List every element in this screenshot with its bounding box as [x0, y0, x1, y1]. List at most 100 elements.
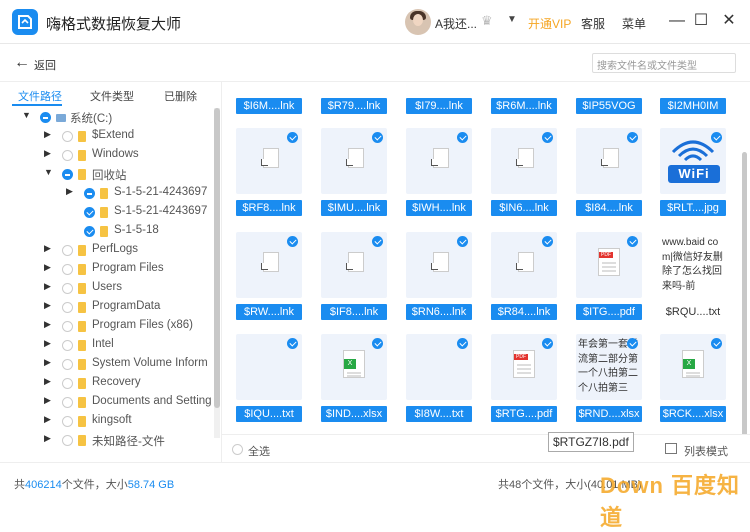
tree-item[interactable]: ▶ kingsoft: [0, 412, 214, 431]
file-thumbnail[interactable]: PDF: [491, 334, 557, 400]
selected-check-icon[interactable]: [711, 338, 722, 349]
file-thumbnail[interactable]: [406, 232, 472, 298]
expand-right-icon[interactable]: ▶: [44, 129, 54, 140]
expand-right-icon[interactable]: ▶: [44, 338, 54, 349]
service-button[interactable]: 客服: [581, 15, 605, 32]
tree-checkbox[interactable]: [62, 435, 73, 446]
tree-checkbox[interactable]: [84, 207, 95, 218]
vip-button[interactable]: 开通VIP: [528, 15, 571, 32]
selected-check-icon[interactable]: [372, 338, 383, 349]
tree-checkbox[interactable]: [62, 283, 73, 294]
file-name-label[interactable]: $I8W....txt: [406, 406, 472, 422]
tree-item[interactable]: ▼ 回收站: [0, 165, 214, 184]
expand-right-icon[interactable]: ▶: [44, 319, 54, 330]
file-thumbnail[interactable]: [406, 128, 472, 194]
file-name-label[interactable]: $RND....xlsx: [576, 406, 642, 422]
tree-item[interactable]: ▶ PerfLogs: [0, 241, 214, 260]
file-thumbnail[interactable]: www.baid com|微信好友删除了怎么找回来吗-前: [660, 232, 726, 298]
grid-scrollbar[interactable]: [742, 82, 748, 452]
tree-checkbox[interactable]: [62, 245, 73, 256]
maximize-icon[interactable]: ☐: [690, 10, 712, 32]
menu-button[interactable]: 菜单: [622, 15, 646, 32]
file-name-label[interactable]: $IND....xlsx: [321, 406, 387, 422]
expand-right-icon[interactable]: ▶: [44, 433, 54, 444]
expand-right-icon[interactable]: ▶: [44, 148, 54, 159]
expand-right-icon[interactable]: ▶: [44, 281, 54, 292]
selected-check-icon[interactable]: [627, 338, 638, 349]
tree-checkbox[interactable]: [62, 340, 73, 351]
tree-checkbox[interactable]: [62, 359, 73, 370]
file-name-label[interactable]: $I84....lnk: [576, 200, 642, 216]
selected-check-icon[interactable]: [287, 338, 298, 349]
file-name-label[interactable]: $RN6....lnk: [406, 304, 472, 320]
selected-check-icon[interactable]: [372, 236, 383, 247]
tree-checkbox[interactable]: [62, 321, 73, 332]
file-name-label[interactable]: $IP55VOG: [576, 98, 642, 114]
file-name-label[interactable]: $I6M....lnk: [236, 98, 302, 114]
expand-down-icon[interactable]: ▼: [22, 110, 32, 120]
selected-check-icon[interactable]: [457, 338, 468, 349]
file-name-label[interactable]: $IMU....lnk: [321, 200, 387, 216]
file-name-label[interactable]: $R6M....lnk: [491, 98, 557, 114]
tree-item[interactable]: ▶ Intel: [0, 336, 214, 355]
tree-checkbox[interactable]: [62, 416, 73, 427]
tree-checkbox[interactable]: [62, 169, 73, 180]
expand-down-icon[interactable]: ▼: [44, 167, 54, 177]
tree-item[interactable]: ▼ 系统(C:): [0, 108, 214, 127]
expand-right-icon[interactable]: ▶: [44, 243, 54, 254]
file-thumbnail[interactable]: [236, 334, 302, 400]
file-thumbnail[interactable]: X: [660, 334, 726, 400]
avatar[interactable]: [405, 9, 431, 35]
tree-checkbox[interactable]: [40, 112, 51, 123]
tree-item[interactable]: ▶ $Extend: [0, 127, 214, 146]
file-thumbnail[interactable]: [321, 128, 387, 194]
tree-checkbox[interactable]: [84, 188, 95, 199]
tree-item[interactable]: ▶ System Volume Inform: [0, 355, 214, 374]
selected-check-icon[interactable]: [372, 132, 383, 143]
selected-check-icon[interactable]: [542, 236, 553, 247]
tree-item[interactable]: ▶ Program Files: [0, 260, 214, 279]
tree-checkbox[interactable]: [62, 378, 73, 389]
tree-item[interactable]: ▶ Program Files (x86): [0, 317, 214, 336]
selected-check-icon[interactable]: [711, 132, 722, 143]
selected-check-icon[interactable]: [457, 132, 468, 143]
selected-check-icon[interactable]: [287, 236, 298, 247]
file-thumbnail[interactable]: [321, 232, 387, 298]
file-thumbnail[interactable]: X: [321, 334, 387, 400]
tree-item[interactable]: ▶ ProgramData: [0, 298, 214, 317]
file-thumbnail[interactable]: [406, 334, 472, 400]
expand-right-icon[interactable]: ▶: [44, 357, 54, 368]
minimize-icon[interactable]: —: [666, 10, 688, 32]
list-mode-button[interactable]: 列表模式: [684, 443, 728, 459]
search-input[interactable]: 搜索文件名或文件类型: [592, 53, 736, 73]
back-arrow-icon[interactable]: ←: [14, 54, 30, 72]
tree-item[interactable]: S-1-5-21-4243697: [0, 203, 214, 222]
selected-check-icon[interactable]: [287, 132, 298, 143]
file-name-label[interactable]: $ITG....pdf: [576, 304, 642, 320]
file-name-label[interactable]: $RQU....txt: [660, 304, 726, 320]
tree-checkbox[interactable]: [62, 150, 73, 161]
tree-item[interactable]: ▶ Users: [0, 279, 214, 298]
list-view-icon[interactable]: [665, 443, 677, 454]
select-all-checkbox[interactable]: [232, 444, 243, 455]
expand-right-icon[interactable]: ▶: [44, 414, 54, 425]
tree-checkbox[interactable]: [62, 397, 73, 408]
file-thumbnail[interactable]: 年会第一套学流第二部分第一个八拍第二个八拍第三: [576, 334, 642, 400]
file-thumbnail[interactable]: PDF: [576, 232, 642, 298]
file-thumbnail[interactable]: [576, 128, 642, 194]
file-name-label[interactable]: $IQU....txt: [236, 406, 302, 422]
file-name-label[interactable]: $IF8....lnk: [321, 304, 387, 320]
expand-right-icon[interactable]: ▶: [44, 262, 54, 273]
selected-check-icon[interactable]: [627, 132, 638, 143]
tree-checkbox[interactable]: [62, 131, 73, 142]
selected-check-icon[interactable]: [542, 338, 553, 349]
close-icon[interactable]: ✕: [718, 10, 740, 32]
username[interactable]: A我还...: [435, 15, 477, 32]
back-button[interactable]: 返回: [34, 57, 56, 73]
tab-deleted[interactable]: 已删除: [164, 88, 197, 104]
tree-checkbox[interactable]: [84, 226, 95, 237]
expand-right-icon[interactable]: ▶: [66, 186, 76, 197]
file-name-label[interactable]: $I2MH0IM: [660, 98, 726, 114]
file-thumbnail[interactable]: [491, 128, 557, 194]
file-thumbnail[interactable]: WiFi: [660, 128, 726, 194]
